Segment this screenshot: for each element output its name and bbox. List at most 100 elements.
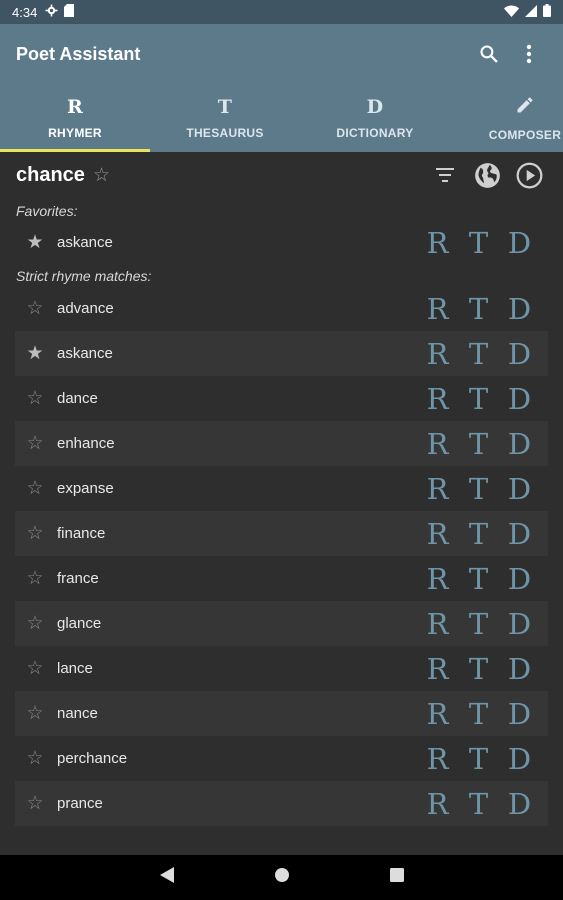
star-outline-icon[interactable]: ☆	[24, 792, 46, 815]
rhyme-word[interactable]: expanse	[57, 480, 114, 497]
system-nav-bar	[0, 855, 563, 900]
thesaurus-action-icon[interactable]: T	[458, 699, 499, 729]
rhyme-word[interactable]: nance	[57, 705, 98, 722]
star-outline-icon[interactable]: ☆	[24, 567, 46, 590]
star-outline-icon[interactable]: ☆	[24, 477, 46, 500]
thesaurus-action-icon[interactable]: T	[458, 228, 499, 258]
star-outline-icon[interactable]: ☆	[24, 522, 46, 545]
rhyme-row[interactable]: ☆ prance R T D	[15, 781, 548, 826]
favorite-star-icon[interactable]: ☆	[93, 164, 110, 187]
thesaurus-action-icon[interactable]: T	[458, 474, 499, 504]
rhyme-word[interactable]: advance	[57, 300, 114, 317]
dictionary-action-icon[interactable]: D	[499, 744, 540, 774]
rhyme-row[interactable]: ☆ finance R T D	[15, 511, 548, 556]
thesaurus-tab-icon: T	[217, 96, 233, 118]
star-outline-icon[interactable]: ☆	[24, 297, 46, 320]
rhyme-word[interactable]: lance	[57, 660, 93, 677]
star-outline-icon[interactable]: ☆	[24, 432, 46, 455]
recents-button[interactable]	[389, 868, 404, 887]
recents-square-icon	[389, 868, 404, 882]
dictionary-action-icon[interactable]: D	[499, 294, 540, 324]
dictionary-action-icon[interactable]: D	[499, 384, 540, 414]
dictionary-action-icon[interactable]: D	[499, 699, 540, 729]
thesaurus-action-icon[interactable]: T	[458, 294, 499, 324]
thesaurus-action-icon[interactable]: T	[458, 339, 499, 369]
rhyme-word[interactable]: prance	[57, 795, 103, 812]
dictionary-action-icon[interactable]: D	[499, 789, 540, 819]
rhymer-action-icon[interactable]: R	[417, 228, 458, 258]
rhyme-row[interactable]: ☆ expanse R T D	[15, 466, 548, 511]
star-filled-icon[interactable]: ★	[24, 342, 46, 365]
thesaurus-action-icon[interactable]: T	[458, 519, 499, 549]
star-outline-icon[interactable]: ☆	[24, 657, 46, 680]
rhyme-row[interactable]: ★ askance R T D	[15, 331, 548, 376]
thesaurus-action-icon[interactable]: T	[458, 429, 499, 459]
rhymer-action-icon[interactable]: R	[417, 564, 458, 594]
tab-composer[interactable]: COMPOSER	[450, 84, 563, 152]
home-button[interactable]	[274, 867, 290, 888]
star-outline-icon[interactable]: ☆	[24, 747, 46, 770]
rhymer-action-icon[interactable]: R	[417, 699, 458, 729]
dictionary-action-icon[interactable]: D	[499, 654, 540, 684]
thesaurus-action-icon[interactable]: T	[458, 654, 499, 684]
tab-dictionary[interactable]: D DICTIONARY	[300, 84, 450, 152]
rhyme-row[interactable]: ☆ advance R T D	[15, 286, 548, 331]
rhyme-row[interactable]: ☆ dance R T D	[15, 376, 548, 421]
play-circle-icon	[516, 162, 542, 188]
overflow-menu-button[interactable]	[511, 36, 547, 72]
rhymer-action-icon[interactable]: R	[417, 654, 458, 684]
dictionary-action-icon[interactable]: D	[499, 228, 540, 258]
dictionary-action-icon[interactable]: D	[499, 429, 540, 459]
rhyme-word[interactable]: enhance	[57, 435, 115, 452]
row-actions: RTD	[417, 429, 540, 459]
thesaurus-action-icon[interactable]: T	[458, 609, 499, 639]
back-button[interactable]	[159, 867, 174, 888]
star-outline-icon[interactable]: ☆	[24, 387, 46, 410]
star-outline-icon[interactable]: ☆	[24, 702, 46, 725]
dictionary-action-icon[interactable]: D	[499, 519, 540, 549]
row-actions: RTD	[417, 294, 540, 324]
rhyme-word[interactable]: perchance	[57, 750, 127, 767]
row-actions: RTD	[417, 609, 540, 639]
rhymer-action-icon[interactable]: R	[417, 744, 458, 774]
web-search-button[interactable]	[467, 155, 507, 195]
rhymer-action-icon[interactable]: R	[417, 789, 458, 819]
rhymer-action-icon[interactable]: R	[417, 519, 458, 549]
signal-icon	[525, 4, 537, 20]
rhyme-row[interactable]: ☆ glance R T D	[15, 601, 548, 646]
thesaurus-action-icon[interactable]: T	[458, 789, 499, 819]
rhymer-action-icon[interactable]: R	[417, 609, 458, 639]
rhyme-word[interactable]: glance	[57, 615, 101, 632]
thesaurus-action-icon[interactable]: T	[458, 744, 499, 774]
dictionary-action-icon[interactable]: D	[499, 339, 540, 369]
row-actions: RTD	[417, 654, 540, 684]
rhyme-word[interactable]: dance	[57, 390, 98, 407]
rhyme-row[interactable]: ☆ enhance R T D	[15, 421, 548, 466]
rhyme-word[interactable]: askance	[57, 234, 113, 251]
rhyme-row[interactable]: ☆ nance R T D	[15, 691, 548, 736]
star-outline-icon[interactable]: ☆	[24, 612, 46, 635]
thesaurus-action-icon[interactable]: T	[458, 384, 499, 414]
favorite-row[interactable]: ★ askance R T D	[15, 220, 548, 265]
rhymer-action-icon[interactable]: R	[417, 294, 458, 324]
rhymer-action-icon[interactable]: R	[417, 474, 458, 504]
star-filled-icon[interactable]: ★	[24, 231, 46, 254]
search-button[interactable]	[471, 36, 507, 72]
rhymer-action-icon[interactable]: R	[417, 429, 458, 459]
rhymer-action-icon[interactable]: R	[417, 339, 458, 369]
rhymer-action-icon[interactable]: R	[417, 384, 458, 414]
rhyme-word[interactable]: france	[57, 570, 99, 587]
play-button[interactable]	[509, 155, 549, 195]
rhyme-row[interactable]: ☆ perchance R T D	[15, 736, 548, 781]
rhyme-word[interactable]: askance	[57, 345, 113, 362]
filter-button[interactable]	[425, 155, 465, 195]
dictionary-action-icon[interactable]: D	[499, 609, 540, 639]
dictionary-action-icon[interactable]: D	[499, 564, 540, 594]
rhyme-row[interactable]: ☆ lance R T D	[15, 646, 548, 691]
rhyme-word[interactable]: finance	[57, 525, 105, 542]
tab-thesaurus[interactable]: T THESAURUS	[150, 84, 300, 152]
thesaurus-action-icon[interactable]: T	[458, 564, 499, 594]
dictionary-action-icon[interactable]: D	[499, 474, 540, 504]
tab-rhymer[interactable]: R RHYMER	[0, 84, 150, 152]
rhyme-row[interactable]: ☆ france R T D	[15, 556, 548, 601]
